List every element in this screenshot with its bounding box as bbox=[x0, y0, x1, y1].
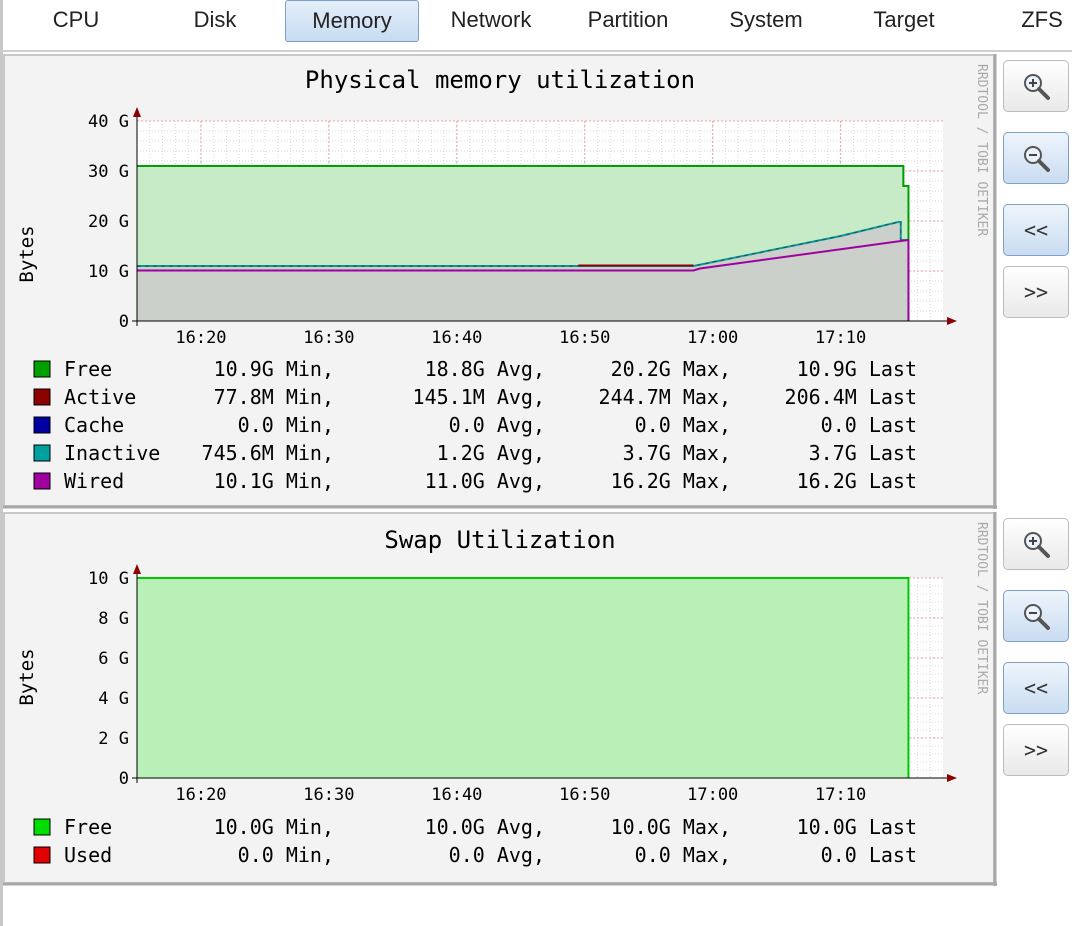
legend-swatch-used bbox=[33, 846, 51, 864]
legend-swatch-free bbox=[33, 360, 51, 378]
tab-partition[interactable]: Partition bbox=[572, 0, 684, 42]
x-tick-label: 16:20 bbox=[175, 785, 226, 805]
y-tick-label: 10 G bbox=[88, 569, 129, 589]
legend-swatch-inactive bbox=[33, 444, 51, 462]
legend-last-value: 0.0 Last bbox=[821, 413, 917, 437]
series-area-free bbox=[137, 578, 909, 778]
swap-graph-panel: Swap Utilization Bytes RRDTOOL / TOBI OE… bbox=[3, 512, 997, 886]
legend-avg-value: 18.8G Avg, bbox=[425, 357, 545, 381]
zoom-in-button[interactable] bbox=[1003, 518, 1069, 570]
legend-avg-value: 11.0G Avg, bbox=[425, 469, 545, 493]
pan-back-button[interactable]: << bbox=[1003, 662, 1069, 714]
tab-bar: CPU Disk Memory Network Partition System… bbox=[0, 0, 1072, 44]
legend-avg-value: 10.0G Avg, bbox=[425, 815, 545, 839]
legend-name: Inactive bbox=[64, 441, 160, 465]
legend-max-value: 10.0G Max, bbox=[611, 815, 731, 839]
zoom-out-icon bbox=[1024, 604, 1050, 630]
x-tick-label: 17:00 bbox=[687, 785, 738, 805]
legend-avg-value: 145.1M Avg, bbox=[413, 385, 545, 409]
tab-network[interactable]: Network bbox=[435, 0, 547, 42]
y-axis-label: Bytes bbox=[16, 225, 38, 282]
y-tick-label: 0 bbox=[119, 312, 129, 332]
y-tick-label: 20 G bbox=[88, 212, 129, 232]
pan-forward-button[interactable]: >> bbox=[1003, 724, 1069, 776]
x-tick-label: 17:10 bbox=[815, 328, 866, 348]
x-tick-label: 17:00 bbox=[687, 328, 738, 348]
memory-graph-panel: Physical memory utilization Bytes RRDTOO… bbox=[3, 54, 997, 509]
rrdtool-watermark: RRDTOOL / TOBI OETIKER bbox=[974, 64, 989, 236]
tab-separator bbox=[0, 50, 1072, 52]
x-tick-label: 16:40 bbox=[431, 785, 482, 805]
x-tick-label: 16:50 bbox=[559, 785, 610, 805]
y-tick-label: 6 G bbox=[98, 649, 129, 669]
legend-swatch-active bbox=[33, 388, 51, 406]
x-tick-label: 16:50 bbox=[559, 328, 610, 348]
legend-min-value: 10.1G Min, bbox=[214, 469, 334, 493]
legend-min-value: 0.0 Min, bbox=[238, 843, 334, 867]
y-tick-label: 2 G bbox=[98, 729, 129, 749]
zoom-in-icon bbox=[1024, 532, 1050, 558]
graph-title: Physical memory utilization bbox=[305, 66, 695, 94]
legend-name: Used bbox=[64, 843, 112, 867]
graph-title: Swap Utilization bbox=[384, 526, 615, 554]
legend-min-value: 0.0 Min, bbox=[238, 413, 334, 437]
legend-avg-value: 1.2G Avg, bbox=[437, 441, 545, 465]
legend-swatch-wired bbox=[33, 472, 51, 490]
legend-max-value: 20.2G Max, bbox=[611, 357, 731, 381]
tab-memory[interactable]: Memory bbox=[285, 0, 419, 42]
y-tick-label: 0 bbox=[119, 769, 129, 789]
legend-max-value: 0.0 Max, bbox=[635, 413, 731, 437]
swap-graph: Swap Utilization Bytes RRDTOOL / TOBI OE… bbox=[3, 512, 997, 886]
zoom-out-button[interactable] bbox=[1003, 590, 1069, 642]
legend-avg-value: 0.0 Avg, bbox=[449, 843, 545, 867]
legend-avg-value: 0.0 Avg, bbox=[449, 413, 545, 437]
x-tick-label: 16:40 bbox=[431, 328, 482, 348]
y-tick-label: 4 G bbox=[98, 689, 129, 709]
y-tick-label: 8 G bbox=[98, 609, 129, 629]
y-tick-label: 30 G bbox=[88, 162, 129, 182]
tab-disk[interactable]: Disk bbox=[175, 0, 255, 42]
x-tick-label: 16:20 bbox=[175, 328, 226, 348]
legend-last-value: 0.0 Last bbox=[821, 843, 917, 867]
legend-last-value: 3.7G Last bbox=[809, 441, 917, 465]
legend-name: Active bbox=[64, 385, 136, 409]
zoom-in-icon bbox=[1024, 74, 1050, 100]
memory-graph: Physical memory utilization Bytes RRDTOO… bbox=[3, 54, 997, 509]
legend-max-value: 244.7M Max, bbox=[599, 385, 731, 409]
zoom-out-button[interactable] bbox=[1003, 132, 1069, 184]
legend-max-value: 3.7G Max, bbox=[623, 441, 731, 465]
plot-layer: 16:20 16:30 16:40 16:50 17:00 17:10 0 2 G 4 G 6 G… bbox=[88, 564, 957, 805]
legend-last-value: 206.4M Last bbox=[785, 385, 917, 409]
legend-max-value: 0.0 Max, bbox=[635, 843, 731, 867]
pan-back-button[interactable]: << bbox=[1003, 204, 1069, 256]
y-axis-label: Bytes bbox=[16, 648, 38, 705]
y-tick-label: 40 G bbox=[88, 112, 129, 132]
rrdtool-watermark: RRDTOOL / TOBI OETIKER bbox=[974, 522, 989, 694]
tab-target[interactable]: Target bbox=[856, 0, 952, 42]
legend-swatch-cache bbox=[33, 416, 51, 434]
legend-swatch-free bbox=[33, 818, 51, 836]
x-tick-label: 17:10 bbox=[815, 785, 866, 805]
legend-max-value: 16.2G Max, bbox=[611, 469, 731, 493]
legend-min-value: 77.8M Min, bbox=[214, 385, 334, 409]
legend-min-value: 10.9G Min, bbox=[214, 357, 334, 381]
x-tick-label: 16:30 bbox=[303, 785, 354, 805]
legend-last-value: 16.2G Last bbox=[797, 469, 917, 493]
zoom-in-button[interactable] bbox=[1003, 60, 1069, 112]
legend-min-value: 745.6M Min, bbox=[202, 441, 334, 465]
legend-name: Wired bbox=[64, 469, 124, 493]
tab-zfs[interactable]: ZFS bbox=[1012, 0, 1072, 42]
zoom-out-icon bbox=[1024, 146, 1050, 172]
legend-min-value: 10.0G Min, bbox=[214, 815, 334, 839]
tab-system[interactable]: System bbox=[715, 0, 817, 42]
legend-name: Free bbox=[64, 357, 112, 381]
legend-name: Cache bbox=[64, 413, 124, 437]
legend-name: Free bbox=[64, 815, 112, 839]
pan-forward-button[interactable]: >> bbox=[1003, 266, 1069, 318]
tab-cpu[interactable]: CPU bbox=[40, 0, 112, 42]
legend-last-value: 10.0G Last bbox=[797, 815, 917, 839]
legend-last-value: 10.9G Last bbox=[797, 357, 917, 381]
x-tick-label: 16:30 bbox=[303, 328, 354, 348]
y-tick-label: 10 G bbox=[88, 262, 129, 282]
